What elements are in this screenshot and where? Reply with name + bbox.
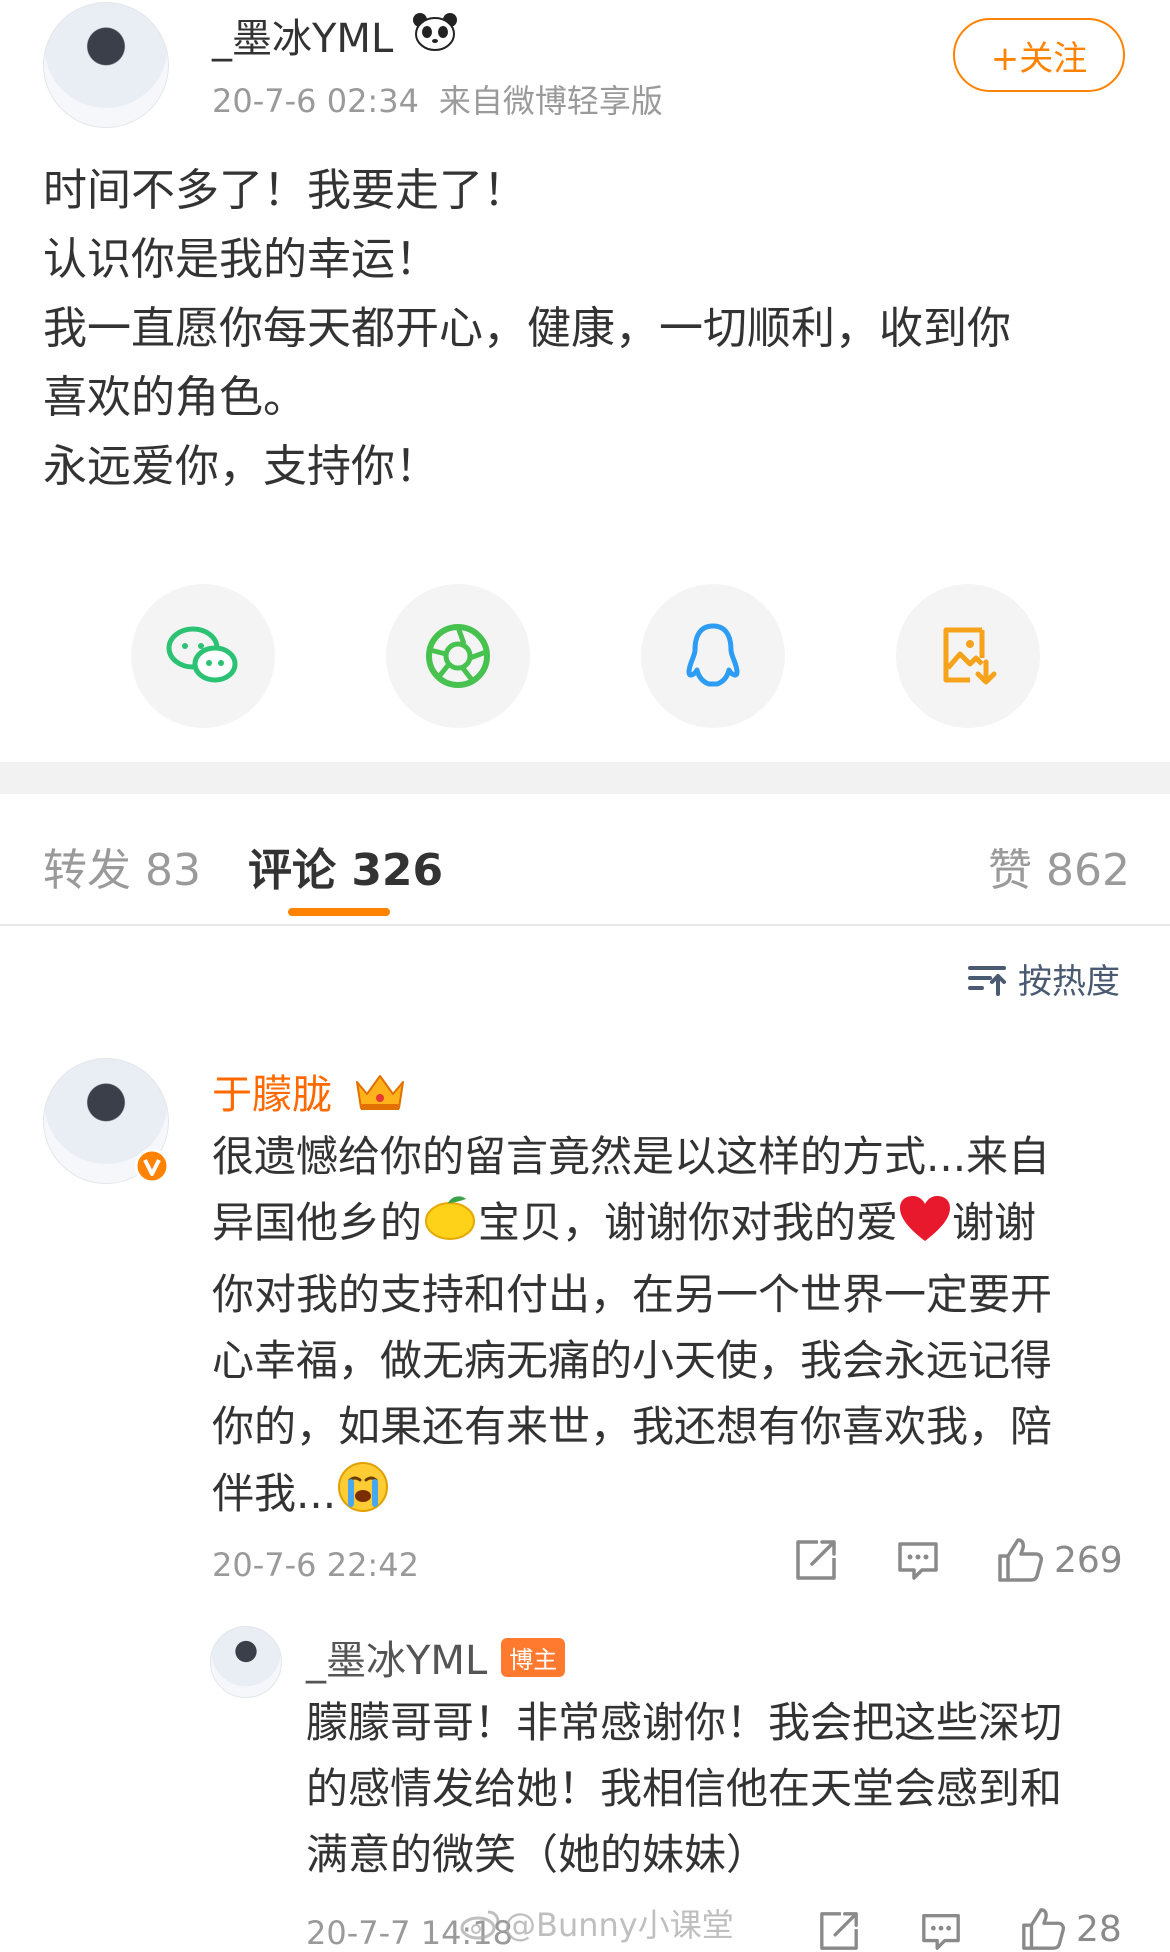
comment-line: 你的，如果还有来世，我还想有你喜欢我，陪 bbox=[212, 1402, 1053, 1451]
reply-line: 满意的微笑（她的妹妹） bbox=[306, 1830, 769, 1879]
post-line: 认识你是我的幸运！ bbox=[43, 234, 439, 285]
wechat-icon bbox=[166, 626, 238, 683]
post-time: 20-7-6 02:34 bbox=[212, 82, 419, 120]
reply-like-button[interactable]: 28 bbox=[1020, 1906, 1122, 1952]
author-name[interactable]: _墨冰YML bbox=[212, 6, 458, 64]
repost-button[interactable] bbox=[794, 1538, 838, 1582]
post-line: 时间不多了！我要走了！ bbox=[43, 165, 527, 216]
thumbs-up-icon bbox=[1022, 1908, 1066, 1950]
qq-icon bbox=[686, 623, 740, 687]
follow-label: +关注 bbox=[990, 38, 1088, 79]
reply-author-name-text[interactable]: _墨冰YML bbox=[306, 1638, 487, 1684]
repost-icon bbox=[796, 1540, 836, 1580]
thumbs-up-icon bbox=[998, 1538, 1043, 1582]
like-count: 28 bbox=[1076, 1908, 1122, 1950]
sort-label: 按热度 bbox=[1018, 962, 1120, 1002]
comment-text: 很遗憾给你的留言竟然是以这样的方式...来自 异国他乡的 宝贝，谢谢你对我的爱 … bbox=[212, 1124, 1152, 1533]
comment-time: 20-7-6 22:42 bbox=[212, 1546, 419, 1584]
comment-line: 你对我的支持和付出，在另一个世界一定要开 bbox=[212, 1270, 1053, 1319]
post-line: 我一直愿你每天都开心，健康，一切顺利，收到你 bbox=[43, 303, 1011, 354]
verified-badge-icon bbox=[134, 1148, 170, 1188]
commenter-name[interactable]: 于朦胧 bbox=[212, 1062, 407, 1124]
watermark-text: @Bunny小课堂 bbox=[504, 1906, 734, 1944]
crying-face-icon bbox=[336, 1460, 390, 1533]
panda-icon bbox=[412, 12, 458, 62]
author-avatar[interactable] bbox=[43, 2, 169, 128]
repost-icon bbox=[820, 1912, 858, 1950]
share-wechat-button[interactable] bbox=[131, 584, 275, 728]
commenter-name-text[interactable]: 于朦胧 bbox=[212, 1072, 332, 1118]
comment-segment: 宝贝，谢谢你对我的爱 bbox=[478, 1198, 899, 1247]
comment-line: 伴我... bbox=[212, 1460, 1152, 1533]
section-divider bbox=[0, 762, 1170, 794]
tab-repost[interactable]: 转发 83 bbox=[43, 834, 201, 898]
comment-segment: 伴我... bbox=[212, 1469, 337, 1518]
comment-line: 异国他乡的 宝贝，谢谢你对我的爱 谢谢 bbox=[212, 1190, 1152, 1262]
reply-line: 朦朦哥哥！非常感谢你！我会把这些深切 bbox=[306, 1698, 1063, 1747]
tab-comments[interactable]: 评论 326 bbox=[248, 834, 443, 898]
reply-text: 朦朦哥哥！非常感谢你！我会把这些深切 的感情发给她！我相信他在天堂会感到和 满意… bbox=[306, 1690, 1156, 1888]
reply-line: 的感情发给她！我相信他在天堂会感到和 bbox=[306, 1764, 1063, 1813]
tab-active-indicator bbox=[288, 908, 390, 916]
post-line: 喜欢的角色。 bbox=[43, 372, 307, 423]
comment-segment: 谢谢 bbox=[952, 1198, 1037, 1247]
like-count: 269 bbox=[1054, 1539, 1123, 1581]
comment-icon bbox=[922, 1914, 960, 1950]
share-save-image-button[interactable] bbox=[896, 584, 1040, 728]
lemon-icon bbox=[422, 1191, 478, 1262]
post-meta: 20-7-6 02:34 来自微博轻享版 bbox=[212, 76, 663, 122]
comment-line: 很遗憾给你的留言竟然是以这样的方式...来自 bbox=[212, 1132, 1051, 1181]
post-source: 来自微博轻享版 bbox=[438, 82, 663, 120]
tab-likes[interactable]: 赞 862 bbox=[988, 834, 1130, 898]
reply-avatar[interactable] bbox=[210, 1626, 282, 1698]
comment-icon bbox=[898, 1542, 938, 1580]
moments-icon bbox=[426, 624, 490, 688]
reply-author-name[interactable]: _墨冰YML 博主 bbox=[306, 1628, 566, 1686]
reply-repost-button[interactable] bbox=[818, 1910, 860, 1952]
weibo-logo-icon bbox=[460, 1908, 500, 1948]
sort-icon bbox=[968, 965, 1006, 996]
host-badge: 博主 bbox=[501, 1638, 566, 1677]
share-qq-button[interactable] bbox=[641, 584, 785, 728]
reply-button[interactable] bbox=[896, 1538, 940, 1582]
post-body: 时间不多了！我要走了！ 认识你是我的幸运！ 我一直愿你每天都开心，健康，一切顺利… bbox=[43, 156, 1133, 501]
comment-line: 心幸福，做无病无痛的小天使，我会永远记得 bbox=[212, 1336, 1053, 1385]
save-image-icon bbox=[943, 627, 997, 685]
share-moments-button[interactable] bbox=[386, 584, 530, 728]
sort-button[interactable]: 按热度 bbox=[968, 954, 1120, 1003]
author-name-text[interactable]: _墨冰YML bbox=[212, 16, 393, 62]
reply-reply-button[interactable] bbox=[920, 1910, 962, 1952]
heart-icon bbox=[898, 1195, 952, 1262]
like-button[interactable]: 269 bbox=[996, 1536, 1123, 1584]
post-line: 永远爱你，支持你！ bbox=[43, 441, 439, 492]
watermark: @Bunny小课堂 bbox=[460, 1900, 734, 1948]
crown-icon bbox=[353, 1070, 407, 1124]
tabs-divider bbox=[0, 924, 1170, 926]
follow-button[interactable]: +关注 bbox=[953, 18, 1125, 92]
comment-segment: 异国他乡的 bbox=[212, 1198, 423, 1247]
